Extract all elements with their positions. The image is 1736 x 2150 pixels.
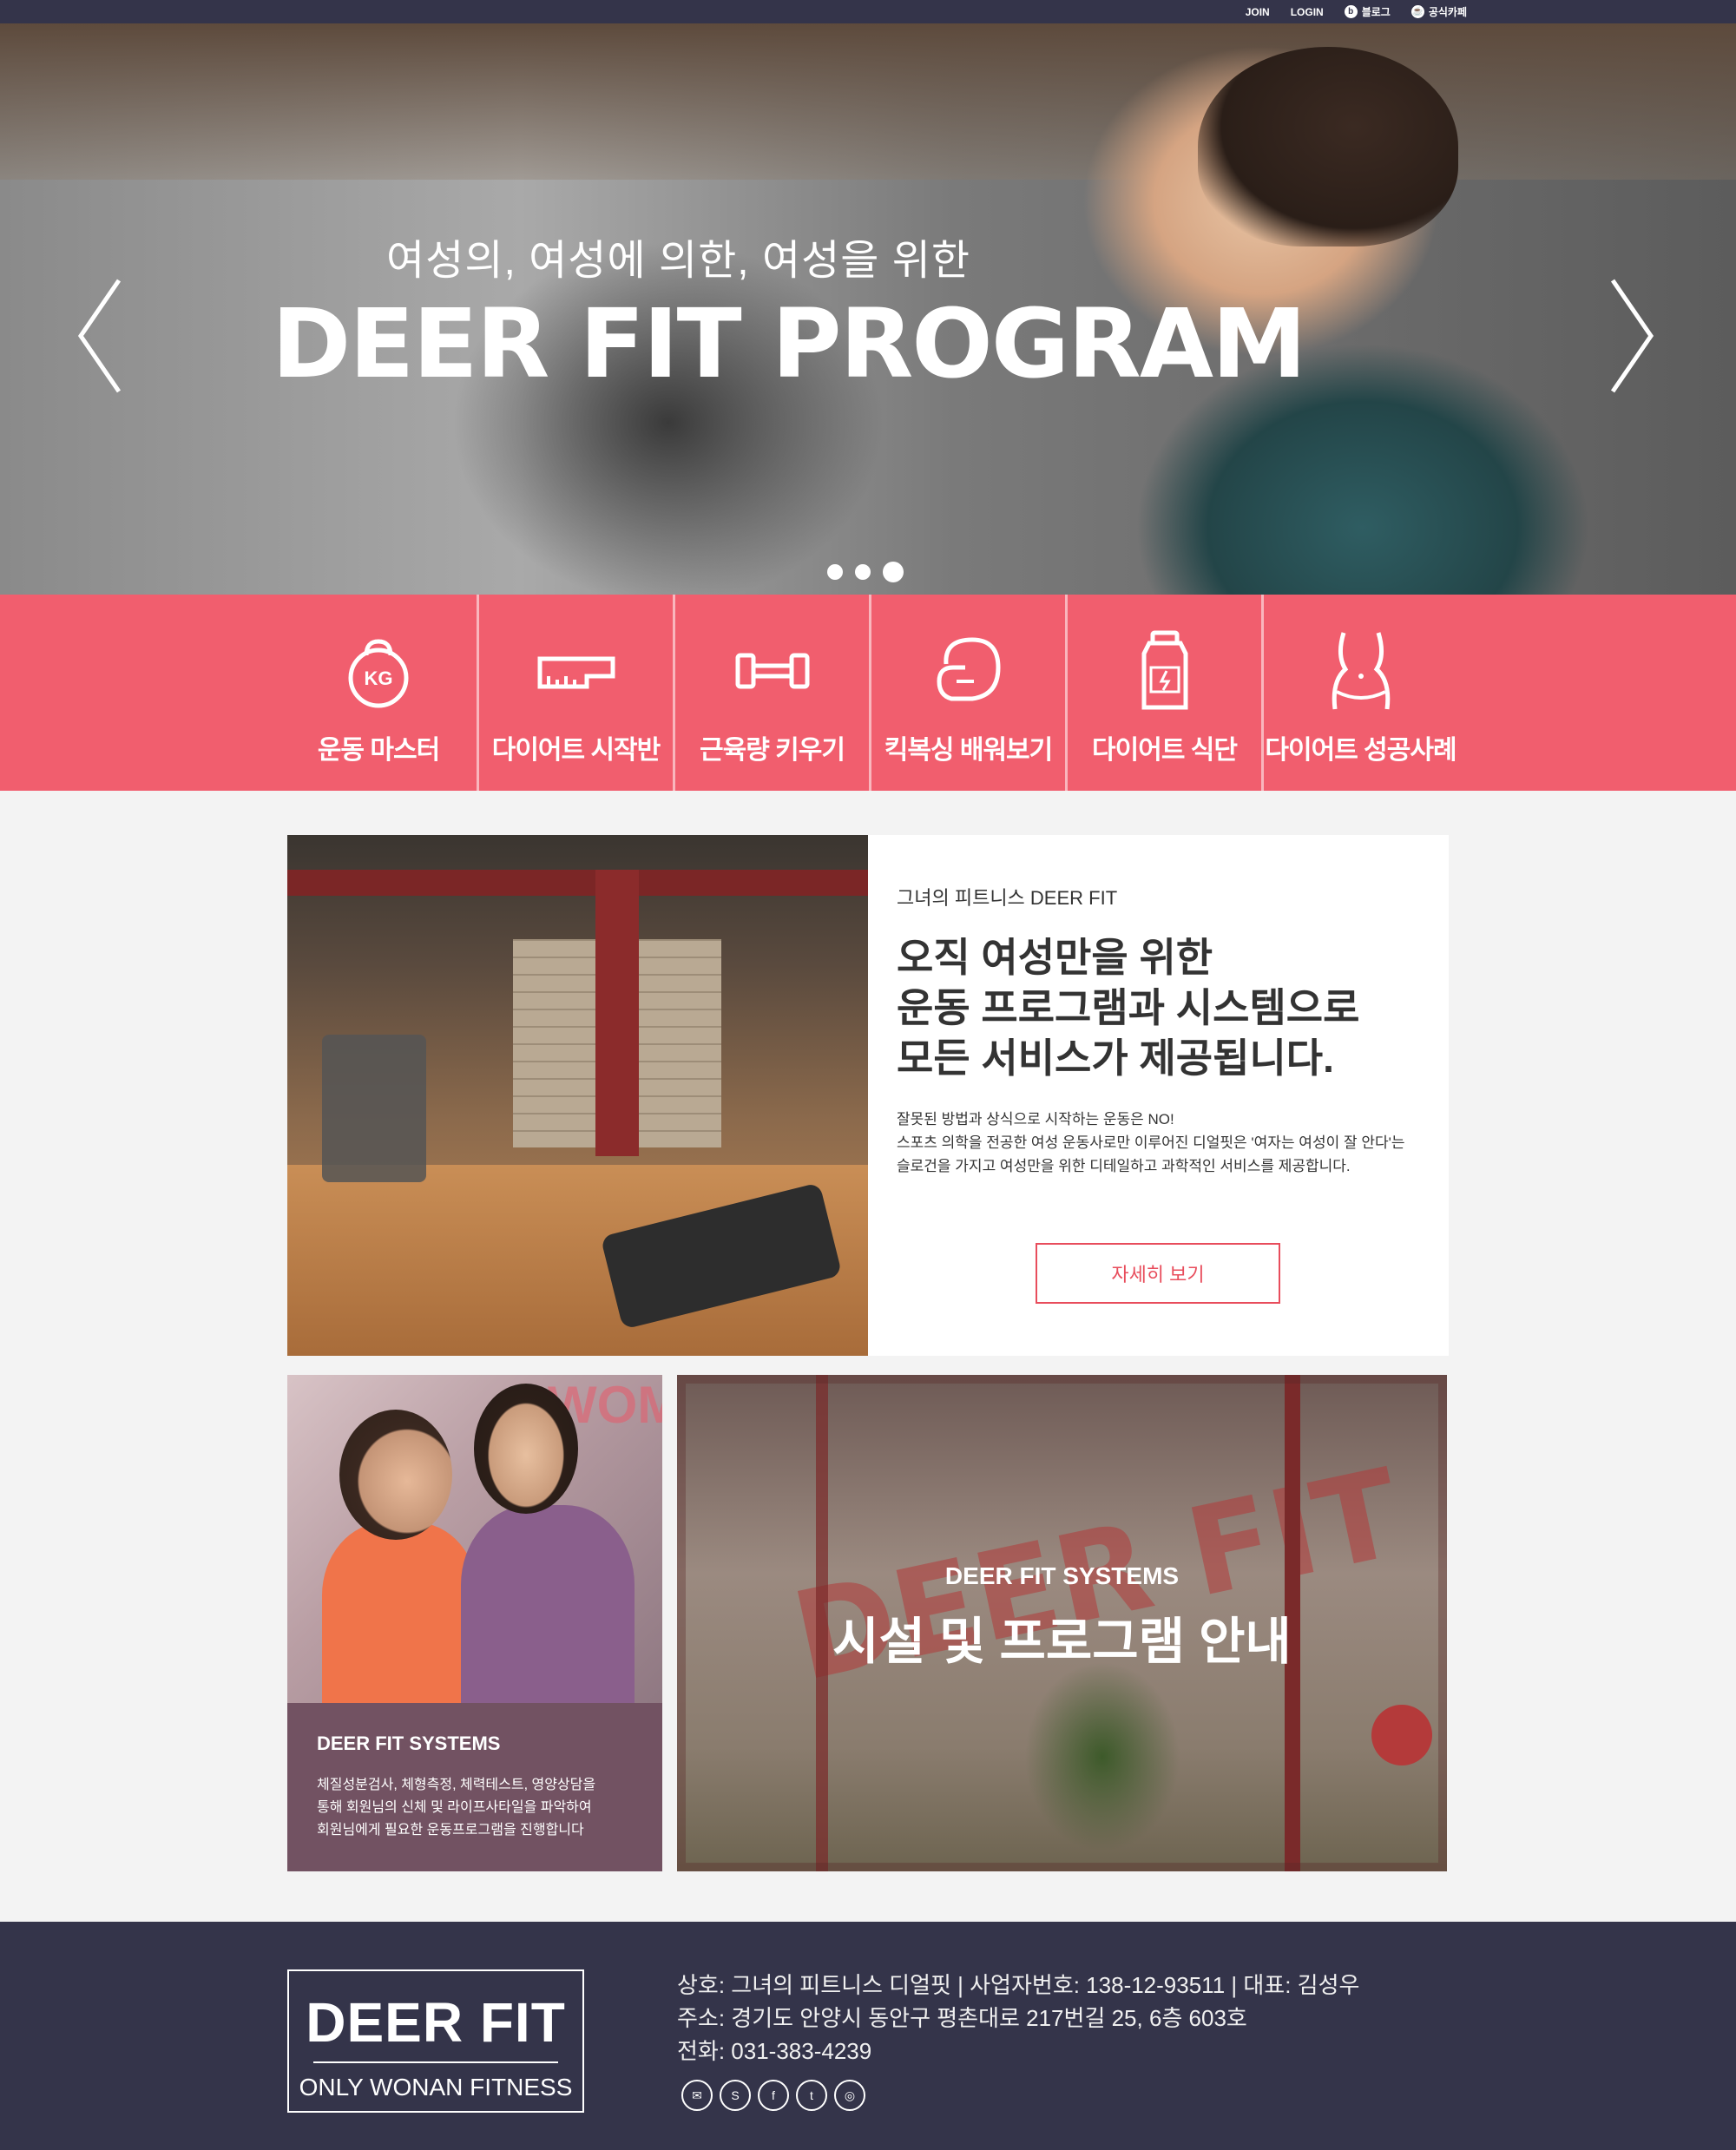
menu-item-label: 킥복싱 배워보기 [884, 736, 1054, 765]
twitter-icon[interactable]: t [796, 2080, 827, 2111]
intro-headline-line: 오직 여성만을 위한 [897, 935, 1213, 980]
facility-title: 시설 및 프로그램 안내 [832, 1614, 1292, 1670]
blog-icon: b [1344, 5, 1358, 18]
mail-icon[interactable]: ✉ [681, 2080, 713, 2111]
gym-interior-photo [287, 835, 868, 1356]
intro-section: 그녀의 피트니스 DEER FIT 오직 여성만을 위한 운동 프로그램과 시스… [287, 835, 1449, 1356]
kettlebell-icon: KG [348, 639, 409, 708]
top-bar: JOIN LOGIN b 블로그 ☕ 공식카페 [0, 0, 1736, 23]
menu-item-kickboxing[interactable]: 킥복싱 배워보기 [869, 595, 1065, 791]
intro-desc-line: 슬로건을 가지고 여성만을 위한 디테일하고 과학적인 서비스를 제공합니다. [897, 1158, 1351, 1174]
hero-photo-hair [1198, 47, 1458, 247]
facebook-icon[interactable]: f [758, 2080, 789, 2111]
footer: DEER FIT ONLY WONAN FITNESS 상호: 그녀의 피트니스… [0, 1922, 1736, 2150]
top-links: JOIN LOGIN b 블로그 ☕ 공식카페 [1246, 0, 1467, 23]
intro-desc-line: 잘못된 방법과 상식으로 시작하는 운동은 NO! [897, 1111, 1174, 1128]
menu-item-label: 근육량 키우기 [700, 736, 845, 765]
facility-subtitle: DEER FIT SYSTEMS [944, 1562, 1180, 1589]
menu-item-success-stories[interactable]: 다이어트 성공사례 [1261, 595, 1457, 791]
cafe-link-label: 공식카페 [1428, 6, 1467, 18]
footer-logo[interactable]: DEER FIT ONLY WONAN FITNESS [287, 1969, 584, 2113]
blog-link[interactable]: b 블로그 [1344, 4, 1391, 19]
footer-info-line: 주소: 경기도 안양시 동안구 평촌대로 217번길 25, 6층 603호 [677, 2005, 1247, 2031]
systems-desc-line: 통해 회원님의 신체 및 라이프사타일을 파악하여 [317, 1800, 592, 1815]
footer-logo-divider [313, 2061, 558, 2063]
intro-headline: 오직 여성만을 위한 운동 프로그램과 시스템으로 모든 서비스가 제공됩니다. [897, 932, 1435, 1083]
footer-logo-subtitle: ONLY WONAN FITNESS [299, 2074, 573, 2101]
intro-headline-line: 모든 서비스가 제공됩니다. [897, 1036, 1334, 1081]
systems-card[interactable]: WOMA DEER FIT SYSTEMS 체질성분검사, 체형측정, 체력테스… [287, 1375, 662, 1871]
login-link[interactable]: LOGIN [1291, 6, 1324, 18]
menu-item-label: 운동 마스터 [317, 736, 440, 765]
menu-item-label: 다이어트 식단 [1092, 736, 1238, 765]
tape-measure-icon [537, 656, 615, 689]
systems-card-title: DEER FIT SYSTEMS [317, 1732, 501, 1754]
cafe-icon: ☕ [1410, 5, 1424, 18]
waist-icon [1332, 632, 1390, 710]
intro-text: 그녀의 피트니스 DEER FIT 오직 여성만을 위한 운동 프로그램과 시스… [897, 835, 1435, 1178]
view-more-button[interactable]: 자세히 보기 [1036, 1243, 1280, 1304]
menu-item-diet-start[interactable]: 다이어트 시작반 [477, 595, 673, 791]
menu-item-label: 다이어트 시작반 [491, 736, 661, 765]
intro-eyebrow: 그녀의 피트니스 DEER FIT [897, 887, 1118, 909]
svg-text:KG: KG [365, 667, 393, 689]
slider-next-arrow-icon[interactable] [1606, 275, 1658, 397]
trainer-consultation-photo: WOMA [287, 1375, 662, 1705]
slider-prev-arrow-icon[interactable] [74, 275, 126, 397]
menu-item-muscle[interactable]: 근육량 키우기 [673, 595, 869, 791]
footer-social-links: ✉ S f t ◎ [681, 2080, 865, 2111]
facility-banner[interactable]: DEER FIT DEER FIT SYSTEMS 시설 및 프로그램 안내 [677, 1375, 1447, 1871]
skype-icon[interactable]: S [720, 2080, 751, 2111]
dumbbell-icon [735, 653, 809, 689]
program-menu: KG 운동 마스터 다이어트 시작반 근육량 키우기 킥복싱 배워보기 다이어트… [0, 595, 1736, 791]
intro-headline-line: 운동 프로그램과 시스템으로 [897, 985, 1360, 1030]
cafe-link[interactable]: ☕ 공식카페 [1410, 4, 1467, 19]
instagram-icon[interactable]: ◎ [834, 2080, 865, 2111]
footer-logo-title: DEER FIT [306, 1991, 566, 2054]
blog-link-label: 블로그 [1361, 6, 1391, 18]
join-link[interactable]: JOIN [1246, 6, 1270, 18]
systems-card-info: DEER FIT SYSTEMS 체질성분검사, 체형측정, 체력테스트, 영양… [287, 1703, 662, 1871]
slider-dot-2[interactable] [855, 564, 871, 580]
hero-slider: 여성의, 여성에 의한, 여성을 위한 DEER FIT PROGRAM [0, 23, 1736, 595]
menu-item-exercise-master[interactable]: KG 운동 마스터 [280, 595, 477, 791]
footer-info-line: 전화: 031-383-4239 [677, 2038, 872, 2064]
systems-card-desc: 체질성분검사, 체형측정, 체력테스트, 영양상담을 통해 회원님의 신체 및 … [317, 1774, 633, 1842]
systems-desc-line: 체질성분검사, 체형측정, 체력테스트, 영양상담을 [317, 1778, 596, 1792]
intro-description: 잘못된 방법과 상식으로 시작하는 운동은 NO! 스포츠 의학을 전공한 여성… [897, 1108, 1435, 1178]
hero-subtitle: 여성의, 여성에 의한, 여성을 위한 [386, 238, 971, 284]
footer-company-info: 상호: 그녀의 피트니스 디얼핏 | 사업자번호: 138-12-93511 |… [677, 1969, 1359, 2068]
supplement-bottle-icon [1141, 630, 1187, 710]
slider-dot-3[interactable] [883, 562, 904, 582]
menu-item-diet-meal[interactable]: 다이어트 식단 [1065, 595, 1261, 791]
slider-dot-1[interactable] [827, 564, 843, 580]
hero-title: DEER FIT PROGRAM [272, 288, 1306, 399]
slider-dots [827, 562, 904, 582]
boxing-glove-icon [936, 637, 1001, 701]
menu-item-label: 다이어트 성공사례 [1265, 736, 1457, 765]
intro-desc-line: 스포츠 의학을 전공한 여성 운동사로만 이루어진 디얼핏은 '여자는 여성이 … [897, 1134, 1405, 1151]
footer-info-line: 상호: 그녀의 피트니스 디얼핏 | 사업자번호: 138-12-93511 |… [677, 1972, 1360, 1998]
systems-desc-line: 회원님에게 필요한 운동프로그램을 진행합니다 [317, 1823, 584, 1838]
